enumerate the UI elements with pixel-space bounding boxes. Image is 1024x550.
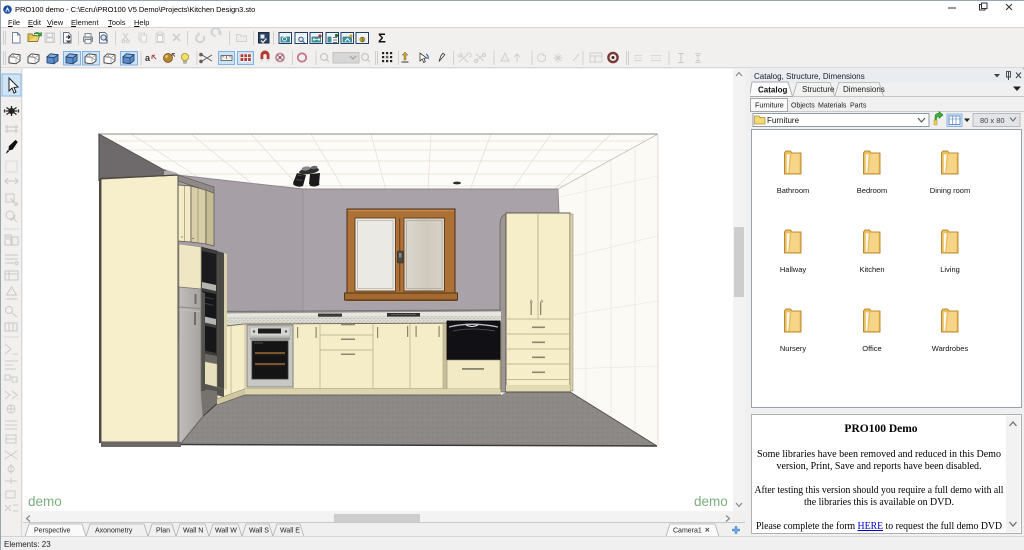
svg-text:Hallway: Hallway [780, 265, 807, 274]
svg-text:Some libraries have been remov: Some libraries have been removed and red… [757, 449, 1001, 460]
svg-text:Materials: Materials [818, 103, 847, 110]
svg-text:Kitchen: Kitchen [859, 265, 884, 274]
svg-text:80 x 80: 80 x 80 [980, 116, 1005, 125]
svg-text:Wardrobes: Wardrobes [932, 344, 969, 353]
svg-text:Furniture: Furniture [755, 101, 784, 110]
svg-text:Dining room: Dining room [930, 186, 970, 195]
svg-text:Catalog: Catalog [758, 86, 787, 95]
svg-text:Wall S: Wall S [249, 528, 269, 535]
svg-text:Furniture: Furniture [767, 116, 800, 125]
svg-text:a: a [145, 53, 151, 63]
svg-text:Wall E: Wall E [280, 528, 300, 535]
svg-text:Perspective: Perspective [34, 528, 71, 535]
svg-text:Parts: Parts [850, 103, 867, 110]
svg-text:PRO100 Demo: PRO100 Demo [844, 423, 917, 435]
svg-text:Nursery: Nursery [780, 344, 807, 353]
svg-text:Bathroom: Bathroom [777, 186, 810, 195]
svg-text:After testing this version sho: After testing this version should you re… [755, 485, 1004, 496]
svg-text:demo: demo [694, 494, 728, 509]
svg-text:Axonometry: Axonometry [95, 528, 133, 535]
svg-text:version, Print, Save and repor: version, Print, Save and reports have be… [777, 461, 982, 472]
svg-text:Wall N: Wall N [183, 528, 203, 535]
svg-text:Camera1: Camera1 [673, 528, 702, 535]
svg-text:Please complete the form HERE: Please complete the form HERE to request… [756, 521, 1002, 532]
svg-text:Bedroom: Bedroom [857, 186, 887, 195]
svg-text:Wall W: Wall W [215, 528, 237, 535]
svg-text:Living: Living [940, 265, 960, 274]
svg-text:Σ: Σ [378, 31, 386, 46]
svg-text:Plan: Plan [156, 528, 170, 535]
svg-text:demo: demo [28, 494, 62, 509]
svg-text:Catalog, Structure, Dimensions: Catalog, Structure, Dimensions [754, 72, 865, 81]
svg-text:the libraries this is availabl: the libraries this is available on DVD. [804, 497, 954, 508]
svg-text:Office: Office [862, 344, 881, 353]
svg-text:$: $ [361, 37, 364, 43]
svg-text:Dimensions: Dimensions [843, 85, 885, 94]
svg-text:Structure: Structure [802, 85, 835, 94]
svg-text:Objects: Objects [791, 103, 815, 110]
